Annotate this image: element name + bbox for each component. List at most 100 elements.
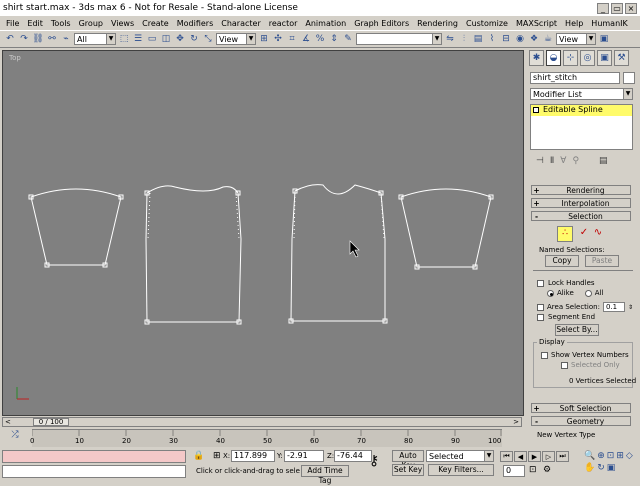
- rect-selection-icon[interactable]: ▭: [146, 33, 158, 45]
- move-icon[interactable]: ✥: [174, 33, 186, 45]
- rollout-rendering[interactable]: + Rendering: [531, 185, 631, 195]
- spline-subobject-icon[interactable]: ∿: [591, 226, 605, 242]
- percent-snap-icon[interactable]: %: [314, 33, 326, 45]
- zoom-extents-all-icon[interactable]: ⊞: [616, 451, 624, 461]
- select-by-button[interactable]: Select By...: [555, 324, 599, 336]
- select-manipulate-icon[interactable]: ✣: [272, 33, 284, 45]
- quick-render-icon[interactable]: ☕: [542, 33, 554, 45]
- auto-key-button[interactable]: Auto Key: [392, 450, 424, 470]
- menu-humanik[interactable]: HumanIK: [587, 19, 631, 28]
- next-frame-icon[interactable]: ▷: [542, 451, 555, 462]
- minimize-button[interactable]: _: [597, 2, 609, 14]
- display-tab-icon[interactable]: ▣: [597, 50, 612, 66]
- time-slider-track[interactable]: 0 / 100 < >: [2, 417, 522, 427]
- make-unique-icon[interactable]: ∀: [560, 156, 566, 166]
- chevron-right-icon[interactable]: >: [513, 418, 519, 426]
- select-by-name-icon[interactable]: ☰: [132, 33, 144, 45]
- segment-subobject-icon[interactable]: ✓: [577, 226, 591, 242]
- modifier-stack[interactable]: Editable Spline: [530, 104, 633, 150]
- render-scene-icon[interactable]: ❖: [528, 33, 540, 45]
- menu-character[interactable]: Character: [217, 19, 265, 28]
- expand-plus-icon[interactable]: [533, 107, 539, 113]
- unlink-icon[interactable]: ⚯: [46, 33, 58, 45]
- menu-reactor[interactable]: reactor: [265, 19, 302, 28]
- alike-radio[interactable]: [547, 289, 554, 297]
- track-bar[interactable]: 0 10 20 30 40 50 60 70 80 90 100: [30, 429, 502, 447]
- zoom-icon[interactable]: 🔍: [584, 451, 595, 461]
- align-icon[interactable]: ⫶: [458, 33, 470, 45]
- key-mode-toggle-icon[interactable]: ⊡: [529, 465, 537, 475]
- link-icon[interactable]: ⛓: [32, 33, 44, 45]
- maximize-viewport-icon[interactable]: ▣: [607, 463, 616, 473]
- rotate-icon[interactable]: ↻: [188, 33, 200, 45]
- lock-handles-checkbox[interactable]: [537, 279, 544, 287]
- curve-editor-icon[interactable]: ⌇: [486, 33, 498, 45]
- maximize-button[interactable]: ▭: [611, 2, 623, 14]
- rollout-interpolation[interactable]: + Interpolation: [531, 198, 631, 208]
- spinner-icon[interactable]: ⇕: [628, 304, 633, 311]
- current-frame-field[interactable]: 0: [503, 465, 525, 477]
- motion-tab-icon[interactable]: ◎: [580, 50, 595, 66]
- selection-filter-dropdown[interactable]: All ▼: [74, 33, 116, 45]
- x-coordinate-field[interactable]: 117.899: [231, 450, 275, 462]
- redo-icon[interactable]: ↷: [18, 33, 30, 45]
- scale-icon[interactable]: ⤡: [202, 33, 214, 45]
- menu-edit[interactable]: Edit: [23, 19, 47, 28]
- lock-selection-icon[interactable]: 🔒: [193, 451, 204, 461]
- ref-coord-dropdown[interactable]: View ▼: [216, 33, 256, 45]
- bind-spacewarp-icon[interactable]: ⌁: [60, 33, 72, 45]
- top-viewport[interactable]: Top: [2, 50, 524, 416]
- maxscript-output[interactable]: [2, 465, 186, 478]
- close-button[interactable]: ×: [625, 2, 637, 14]
- remove-modifier-icon[interactable]: ⚲: [572, 156, 579, 166]
- show-vertex-numbers-checkbox[interactable]: [541, 351, 548, 359]
- menu-file[interactable]: File: [2, 19, 23, 28]
- angle-snap-icon[interactable]: ∡: [300, 33, 312, 45]
- utilities-tab-icon[interactable]: ⚒: [614, 50, 629, 66]
- layer-manager-icon[interactable]: ▤: [472, 33, 484, 45]
- rollout-selection[interactable]: - Selection: [531, 211, 631, 221]
- time-config-icon[interactable]: ⚙: [543, 465, 551, 475]
- y-coordinate-field[interactable]: -2.91: [284, 450, 324, 462]
- window-crossing-icon[interactable]: ◫: [160, 33, 172, 45]
- key-mode-dropdown[interactable]: Selected ▼: [426, 450, 494, 462]
- zoom-extents-icon[interactable]: ⊡: [607, 451, 615, 461]
- show-end-result-icon[interactable]: Ⅱ: [550, 156, 554, 166]
- mirror-icon[interactable]: ⇋: [444, 33, 456, 45]
- selected-only-checkbox[interactable]: [561, 361, 568, 369]
- area-selection-checkbox[interactable]: [537, 303, 544, 311]
- paste-button[interactable]: Paste: [585, 255, 619, 267]
- zoom-all-icon[interactable]: ⊕: [597, 451, 605, 461]
- maxscript-listener[interactable]: [2, 450, 186, 463]
- pivot-icon[interactable]: ⊞: [258, 33, 270, 45]
- time-slider-thumb[interactable]: 0 / 100: [33, 418, 69, 426]
- curve-editor-mini-icon[interactable]: ⤮: [2, 430, 28, 444]
- menu-views[interactable]: Views: [107, 19, 138, 28]
- render-last-icon[interactable]: ▣: [598, 33, 610, 45]
- select-object-icon[interactable]: ⬚: [118, 33, 130, 45]
- key-filters-button[interactable]: Key Filters...: [428, 464, 494, 476]
- arc-rotate-icon[interactable]: ↻: [597, 463, 605, 473]
- menu-group[interactable]: Group: [75, 19, 107, 28]
- absolute-mode-icon[interactable]: ⊞: [213, 451, 221, 461]
- menu-animation[interactable]: Animation: [301, 19, 350, 28]
- undo-icon[interactable]: ↶: [4, 33, 16, 45]
- pan-icon[interactable]: ✋: [584, 463, 595, 473]
- z-coordinate-field[interactable]: -76.44: [334, 450, 372, 462]
- area-selection-value[interactable]: 0.1: [602, 302, 625, 312]
- edit-named-sel-icon[interactable]: ✎: [342, 33, 354, 45]
- rollout-geometry[interactable]: - Geometry: [531, 416, 631, 426]
- named-selection-dropdown[interactable]: ▼: [356, 33, 442, 45]
- rollout-soft-selection[interactable]: + Soft Selection: [531, 403, 631, 413]
- menu-maxscript[interactable]: MAXScript: [512, 19, 561, 28]
- render-type-dropdown[interactable]: View ▼: [556, 33, 596, 45]
- set-key-button[interactable]: Set Key: [392, 464, 424, 476]
- stack-item-editable-spline[interactable]: Editable Spline: [531, 105, 632, 116]
- pin-stack-icon[interactable]: ⊣: [536, 156, 544, 166]
- copy-button[interactable]: Copy: [545, 255, 579, 267]
- material-editor-icon[interactable]: ◉: [514, 33, 526, 45]
- field-of-view-icon[interactable]: ◇: [626, 451, 633, 461]
- configure-sets-icon[interactable]: ▤: [599, 156, 608, 166]
- modifier-list-dropdown[interactable]: Modifier List ▼: [530, 88, 633, 100]
- play-icon[interactable]: ▶: [528, 451, 541, 462]
